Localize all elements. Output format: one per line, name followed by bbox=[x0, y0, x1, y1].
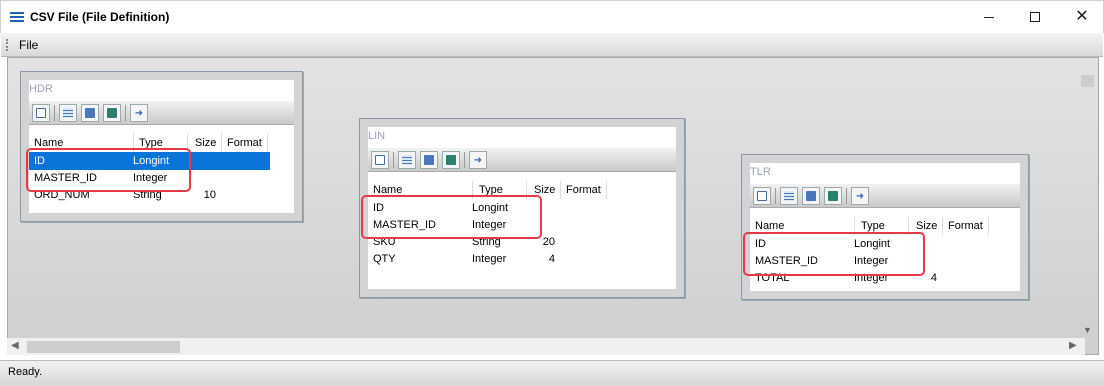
record-hdr[interactable]: HDR ➜ Name Type Size Format ID Longint M… bbox=[20, 71, 303, 222]
maximize-button[interactable] bbox=[1012, 1, 1058, 33]
calculator-icon[interactable] bbox=[103, 104, 121, 122]
preview-icon[interactable] bbox=[753, 187, 771, 205]
link-arrow-icon[interactable]: ➜ bbox=[130, 104, 148, 122]
field-size: 4 bbox=[548, 253, 555, 265]
column-format[interactable]: Format bbox=[566, 184, 601, 196]
scroll-left-icon[interactable]: ◀ bbox=[11, 340, 19, 351]
preview-icon[interactable] bbox=[32, 104, 50, 122]
link-arrow-icon[interactable]: ➜ bbox=[469, 151, 487, 169]
form-icon[interactable] bbox=[802, 187, 820, 205]
menu-file[interactable]: File bbox=[19, 38, 38, 52]
vertical-scrollbar[interactable]: ▼ bbox=[1080, 63, 1095, 353]
record-panel: HDR ➜ Name Type Size Format ID Longint M… bbox=[29, 80, 294, 213]
calculator-icon[interactable] bbox=[442, 151, 460, 169]
record-title: HDR bbox=[29, 83, 53, 95]
form-icon[interactable] bbox=[420, 151, 438, 169]
menu-bar: File bbox=[1, 33, 1103, 57]
app-menu-icon[interactable] bbox=[10, 12, 24, 22]
minimize-icon bbox=[984, 16, 994, 18]
status-bar: Ready. bbox=[0, 360, 1104, 386]
field-size: 10 bbox=[203, 189, 216, 201]
record-title: LIN bbox=[368, 130, 386, 142]
grid-icon[interactable] bbox=[59, 104, 77, 122]
record-tlr[interactable]: TLR ➜ Name Type Size Format ID Longint M… bbox=[741, 154, 1029, 300]
highlight-box bbox=[26, 148, 191, 192]
window-title: CSV File (File Definition) bbox=[30, 10, 170, 24]
column-type[interactable]: Type bbox=[861, 220, 885, 232]
field-row[interactable]: QTY Integer 4 bbox=[368, 250, 609, 268]
calculator-icon[interactable] bbox=[824, 187, 842, 205]
minimize-button[interactable] bbox=[966, 1, 1012, 33]
record-toolbar: ➜ bbox=[750, 184, 1020, 208]
highlight-box bbox=[743, 232, 925, 276]
form-icon[interactable] bbox=[81, 104, 99, 122]
close-button[interactable]: ✕ bbox=[1059, 1, 1104, 33]
column-size[interactable]: Size bbox=[195, 137, 216, 149]
scroll-down-icon[interactable]: ▼ bbox=[1083, 325, 1092, 335]
title-bar: CSV File (File Definition) ✕ bbox=[0, 0, 1104, 33]
status-text: Ready. bbox=[8, 366, 43, 378]
record-title: TLR bbox=[750, 166, 771, 178]
grid-icon[interactable] bbox=[398, 151, 416, 169]
vertical-scroll-thumb[interactable] bbox=[1081, 75, 1094, 87]
record-toolbar: ➜ bbox=[368, 148, 676, 172]
column-format[interactable]: Format bbox=[948, 220, 983, 232]
link-arrow-icon[interactable]: ➜ bbox=[851, 187, 869, 205]
scroll-right-icon[interactable]: ▶ bbox=[1069, 340, 1077, 351]
maximize-icon bbox=[1030, 12, 1040, 22]
highlight-box bbox=[361, 195, 542, 239]
grid-icon[interactable] bbox=[780, 187, 798, 205]
column-format[interactable]: Format bbox=[227, 137, 262, 149]
menu-grip-icon bbox=[6, 39, 8, 51]
preview-icon[interactable] bbox=[371, 151, 389, 169]
column-size[interactable]: Size bbox=[916, 220, 937, 232]
field-name: QTY bbox=[373, 253, 396, 265]
definition-canvas: HDR ➜ Name Type Size Format ID Longint M… bbox=[7, 57, 1099, 355]
horizontal-scroll-thumb[interactable] bbox=[27, 341, 180, 353]
horizontal-scrollbar[interactable]: ◀ ▶ bbox=[7, 338, 1085, 355]
record-toolbar: ➜ bbox=[29, 101, 294, 125]
column-name[interactable]: Name bbox=[755, 220, 784, 232]
close-icon: ✕ bbox=[1075, 8, 1089, 25]
field-type: Integer bbox=[472, 253, 507, 265]
